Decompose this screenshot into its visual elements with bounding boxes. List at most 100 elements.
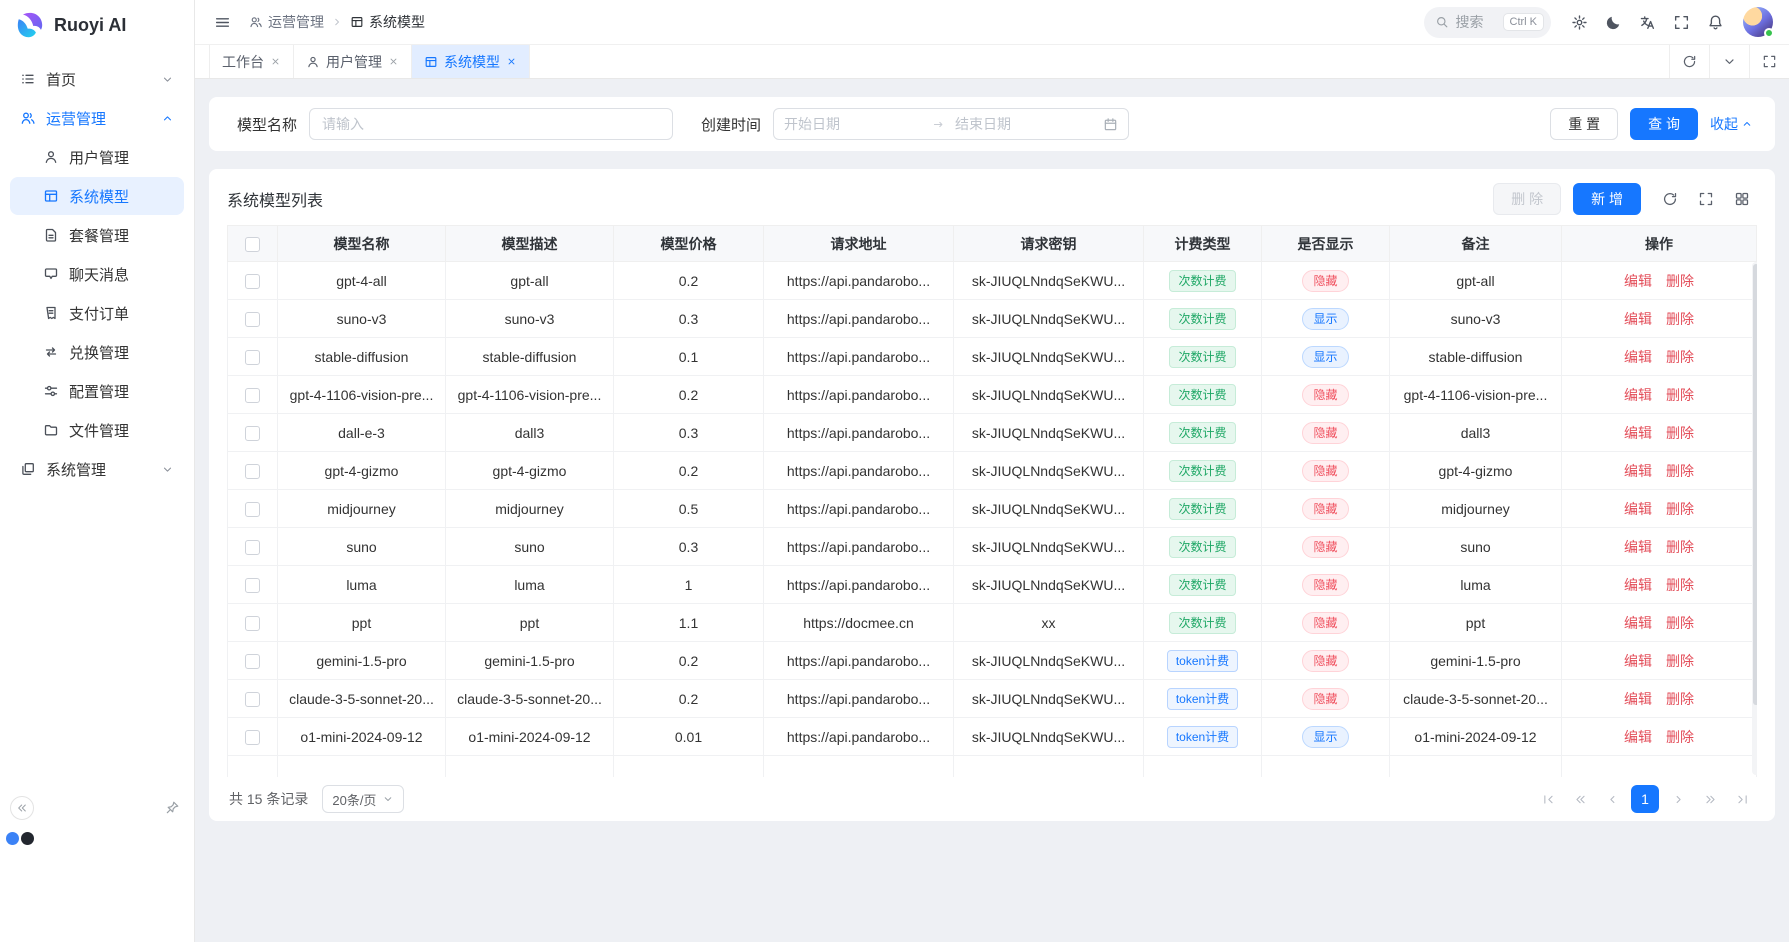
edit-link[interactable]: 编辑 [1624, 273, 1652, 289]
row-checkbox[interactable] [245, 578, 260, 593]
edit-link[interactable]: 编辑 [1624, 729, 1652, 745]
sidebar-item-home[interactable]: 首页 [10, 60, 184, 98]
delete-link[interactable]: 删除 [1666, 729, 1694, 745]
delete-link[interactable]: 删除 [1666, 425, 1694, 441]
collapse-filter-link[interactable]: 收起 [1710, 114, 1753, 134]
delete-link[interactable]: 删除 [1666, 501, 1694, 517]
model-name-input[interactable] [309, 108, 673, 140]
tab-models[interactable]: 系统模型 [412, 45, 530, 78]
page-next-button[interactable] [1665, 786, 1691, 812]
delete-link[interactable]: 删除 [1666, 387, 1694, 403]
sidebar-item-config[interactable]: 配置管理 [10, 372, 184, 410]
row-checkbox[interactable] [245, 540, 260, 555]
sidebar-item-users[interactable]: 用户管理 [10, 138, 184, 176]
query-button[interactable]: 查 询 [1630, 108, 1698, 140]
sidebar-item-label: 支付订单 [69, 303, 129, 324]
row-checkbox[interactable] [245, 426, 260, 441]
sidebar-item-redeem[interactable]: 兑换管理 [10, 333, 184, 371]
request-url-cell: https://api.pandarobo... [764, 338, 954, 376]
delete-link[interactable]: 删除 [1666, 311, 1694, 327]
delete-link[interactable]: 删除 [1666, 349, 1694, 365]
table-fullscreen-button[interactable] [1691, 184, 1721, 214]
select-all-checkbox[interactable] [245, 237, 260, 252]
edit-link[interactable]: 编辑 [1624, 501, 1652, 517]
delete-link[interactable]: 删除 [1666, 463, 1694, 479]
delete-link[interactable]: 删除 [1666, 539, 1694, 555]
scrollbar-thumb[interactable] [1753, 264, 1757, 705]
breadcrumb-item[interactable]: 运营管理 [249, 12, 324, 32]
table-refresh-button[interactable] [1655, 184, 1685, 214]
row-checkbox[interactable] [245, 388, 260, 403]
page-fast-prev-button[interactable] [1567, 786, 1593, 812]
team-icon [20, 110, 36, 126]
edit-link[interactable]: 编辑 [1624, 539, 1652, 555]
edit-link[interactable]: 编辑 [1624, 577, 1652, 593]
chat-icon [43, 266, 59, 282]
language-button[interactable] [1630, 5, 1664, 39]
edit-link[interactable]: 编辑 [1624, 463, 1652, 479]
fullscreen-button[interactable] [1664, 5, 1698, 39]
dark-mode-button[interactable] [1596, 5, 1630, 39]
chevron-up-icon [161, 112, 174, 125]
sidebar-item-label: 聊天消息 [69, 264, 129, 285]
close-icon[interactable] [270, 56, 281, 67]
edit-link[interactable]: 编辑 [1624, 691, 1652, 707]
sidebar-item-operations[interactable]: 运营管理 [10, 99, 184, 137]
tabbar-refresh-button[interactable] [1669, 45, 1709, 78]
settings-button[interactable] [1562, 5, 1596, 39]
tabbar-more-button[interactable] [1709, 45, 1749, 78]
edit-link[interactable]: 编辑 [1624, 615, 1652, 631]
sidebar-item-system[interactable]: 系统管理 [10, 450, 184, 488]
delete-link[interactable]: 删除 [1666, 577, 1694, 593]
edit-link[interactable]: 编辑 [1624, 425, 1652, 441]
date-range-input[interactable]: 开始日期 结束日期 [773, 108, 1129, 140]
visibility-badge: 隐藏 [1302, 422, 1348, 444]
search-input[interactable]: 搜索 Ctrl K [1424, 7, 1552, 38]
page-last-button[interactable] [1729, 786, 1755, 812]
row-checkbox[interactable] [245, 350, 260, 365]
edit-link[interactable]: 编辑 [1624, 653, 1652, 669]
column-header: 模型价格 [614, 226, 764, 262]
page-number-button[interactable]: 1 [1631, 785, 1659, 813]
close-icon[interactable] [506, 56, 517, 67]
add-button[interactable]: 新 增 [1573, 183, 1641, 215]
notifications-button[interactable] [1698, 5, 1732, 39]
delete-link[interactable]: 删除 [1666, 653, 1694, 669]
pin-icon[interactable] [165, 800, 180, 815]
page-first-button[interactable] [1535, 786, 1561, 812]
tab-users[interactable]: 用户管理 [294, 45, 412, 78]
row-checkbox[interactable] [245, 616, 260, 631]
row-checkbox[interactable] [245, 692, 260, 707]
hamburger-button[interactable] [205, 5, 239, 39]
close-icon[interactable] [388, 56, 399, 67]
batch-delete-button[interactable]: 删 除 [1493, 183, 1561, 215]
row-checkbox[interactable] [245, 464, 260, 479]
breadcrumb-item[interactable]: 系统模型 [350, 12, 425, 32]
edit-link[interactable]: 编辑 [1624, 349, 1652, 365]
row-checkbox[interactable] [245, 730, 260, 745]
edit-link[interactable]: 编辑 [1624, 311, 1652, 327]
tabbar-maximize-button[interactable] [1749, 45, 1789, 78]
table-scrollbar[interactable] [1752, 262, 1757, 775]
delete-link[interactable]: 删除 [1666, 615, 1694, 631]
edit-link[interactable]: 编辑 [1624, 387, 1652, 403]
delete-link[interactable]: 删除 [1666, 691, 1694, 707]
sidebar-item-packages[interactable]: 套餐管理 [10, 216, 184, 254]
sidebar-item-pay-orders[interactable]: 支付订单 [10, 294, 184, 332]
delete-link[interactable]: 删除 [1666, 273, 1694, 289]
sidebar-item-files[interactable]: 文件管理 [10, 411, 184, 449]
table-columns-button[interactable] [1727, 184, 1757, 214]
page-fast-next-button[interactable] [1697, 786, 1723, 812]
sidebar-item-models[interactable]: 系统模型 [10, 177, 184, 215]
row-checkbox[interactable] [245, 502, 260, 517]
page-size-select[interactable]: 20条/页 [322, 785, 404, 813]
avatar[interactable] [1743, 7, 1773, 37]
sidebar-collapse-button[interactable] [10, 796, 34, 820]
sidebar-item-chat-messages[interactable]: 聊天消息 [10, 255, 184, 293]
row-checkbox[interactable] [245, 312, 260, 327]
tab-workbench[interactable]: 工作台 [209, 45, 294, 78]
row-checkbox[interactable] [245, 654, 260, 669]
reset-button[interactable]: 重 置 [1550, 108, 1618, 140]
row-checkbox[interactable] [245, 274, 260, 289]
page-prev-button[interactable] [1599, 786, 1625, 812]
